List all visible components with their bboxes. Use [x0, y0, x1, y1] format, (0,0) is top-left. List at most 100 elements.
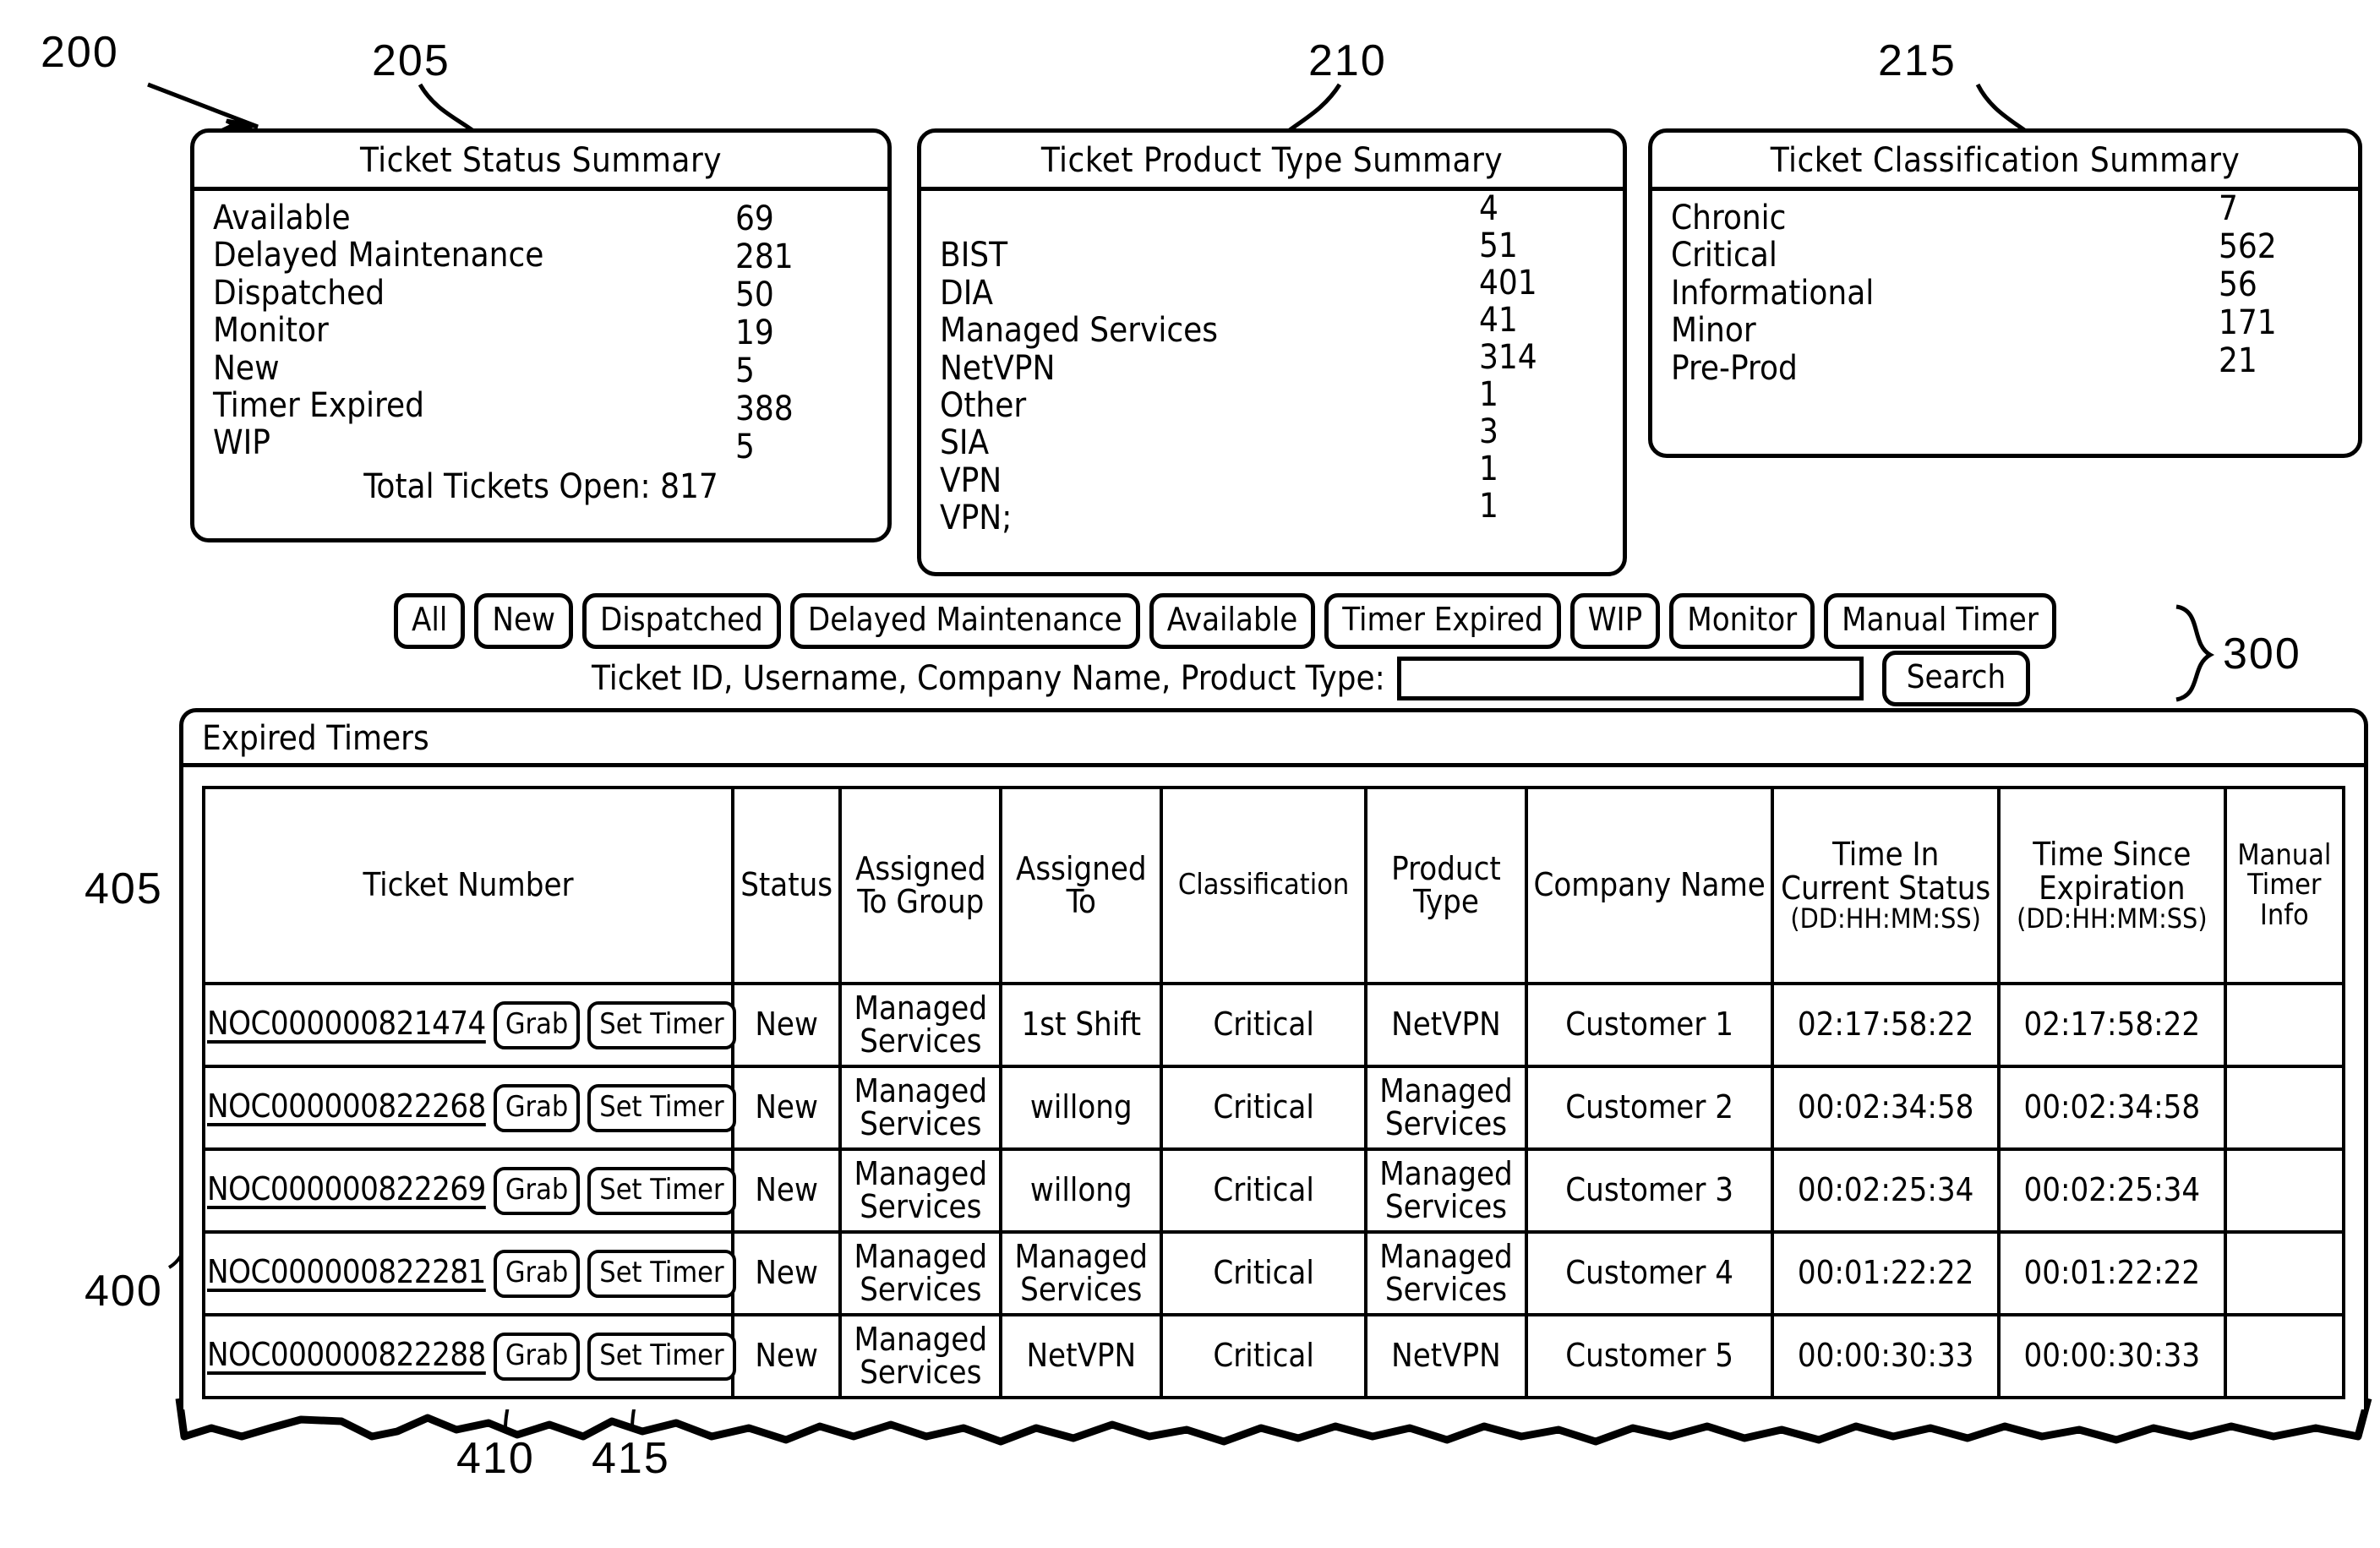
summary-label: DIA — [940, 273, 993, 313]
col-time-since-expiration[interactable]: Time Since Expiration (DD:HH:MM:SS) — [1997, 786, 2227, 985]
cell-assigned-to: willong — [999, 1147, 1164, 1234]
col-manual-timer-info[interactable]: Manual Timer Info — [2223, 786, 2346, 985]
search-input[interactable] — [1396, 657, 1864, 700]
set-timer-button[interactable]: Set Timer — [587, 1332, 736, 1381]
ticket-status-summary-title: Ticket Status Summary — [194, 133, 887, 191]
summary-row: Pre-Prod 21 — [1652, 343, 2358, 388]
grab-button[interactable]: Grab — [493, 1083, 581, 1132]
summary-label: Minor — [1671, 311, 1756, 351]
ticket-number-link[interactable]: NOC000000822268 — [207, 1087, 486, 1125]
col-assigned-to-group[interactable]: Assigned To Group — [838, 786, 1003, 985]
cell-product-type: Managed Services — [1363, 1065, 1528, 1151]
summary-value: 69 — [735, 199, 774, 238]
summary-row: New 5 — [194, 348, 887, 390]
set-timer-button[interactable]: Set Timer — [587, 1000, 736, 1049]
summary-value: 50 — [735, 275, 774, 314]
cell-status: New — [730, 982, 843, 1068]
ticket-number-link[interactable]: NOC000000822269 — [207, 1170, 486, 1207]
grab-button[interactable]: Grab — [493, 1000, 581, 1049]
summary-label: WIP — [213, 423, 270, 463]
cell-time-since-expiration: 02:17:58:22 — [1997, 982, 2227, 1068]
summary-value: 4 — [1479, 189, 1498, 228]
summary-value: 281 — [735, 237, 794, 276]
cell-manual-timer-info — [2223, 1147, 2346, 1234]
expired-timers-title: Expired Timers — [183, 712, 2364, 767]
summary-row: Other 1 — [921, 377, 1623, 425]
cell-assigned-to: NetVPN — [999, 1313, 1164, 1399]
filter-button-monitor[interactable]: Monitor — [1669, 593, 1815, 649]
filter-button-delayed-maintenance[interactable]: Delayed Maintenance — [789, 593, 1140, 649]
table-header-row: Ticket Number Status Assigned To Group A… — [202, 786, 2346, 985]
grab-button[interactable]: Grab — [493, 1166, 581, 1215]
cell-company-name: Customer 5 — [1524, 1313, 1775, 1399]
summary-label: New — [213, 348, 280, 388]
ticket-number-link[interactable]: NOC000000822281 — [207, 1253, 486, 1290]
grab-button[interactable]: Grab — [493, 1249, 581, 1298]
summary-label: SIA — [940, 423, 990, 463]
summary-row: Available 69 — [194, 199, 887, 237]
cell-classification: Critical — [1160, 1230, 1367, 1316]
summary-label: Critical — [1671, 236, 1777, 275]
ticket-number-link[interactable]: NOC000000821474 — [207, 1005, 486, 1042]
summary-row: VPN 1 — [921, 451, 1623, 499]
col-company-name[interactable]: Company Name — [1524, 786, 1775, 985]
filter-button-available[interactable]: Available — [1149, 593, 1316, 649]
summary-value: 314 — [1479, 338, 1537, 377]
ticket-classification-summary-panel: Ticket Classification Summary Chronic 7 … — [1648, 128, 2362, 458]
ticket-number-link[interactable]: NOC000000822288 — [207, 1336, 486, 1373]
col-product-type[interactable]: Product Type — [1363, 786, 1528, 985]
cell-product-type: NetVPN — [1363, 982, 1528, 1068]
filter-button-dispatched[interactable]: Dispatched — [581, 593, 781, 649]
summary-label: Dispatched — [213, 273, 385, 313]
summary-row: Delayed Maintenance 281 — [194, 237, 887, 276]
cell-company-name: Customer 2 — [1524, 1065, 1775, 1151]
filter-button-all[interactable]: All — [394, 593, 466, 649]
filter-button-wip[interactable]: WIP — [1569, 593, 1661, 649]
summary-value: 21 — [2219, 341, 2257, 380]
summary-row: WIP 5 — [194, 423, 887, 465]
filter-button-timer-expired[interactable]: Timer Expired — [1324, 593, 1561, 649]
col-ticket-number[interactable]: Ticket Number — [202, 786, 734, 985]
ticket-product-type-summary-title: Ticket Product Type Summary — [921, 133, 1623, 191]
grab-button[interactable]: Grab — [493, 1332, 581, 1381]
ref-300: 300 — [2223, 630, 2301, 679]
col-time-in-current-status[interactable]: Time In Current Status (DD:HH:MM:SS) — [1771, 786, 2001, 985]
summary-value: 388 — [735, 390, 794, 428]
cell-ticket-number: NOC000000822269 Grab Set Timer — [202, 1147, 736, 1234]
search-button[interactable]: Search — [1881, 651, 2031, 706]
summary-row: Timer Expired 388 — [194, 387, 887, 428]
summary-value: 5 — [735, 352, 755, 390]
ticket-classification-summary-title: Ticket Classification Summary — [1652, 133, 2358, 191]
cell-ticket-number: NOC000000822281 Grab Set Timer — [202, 1230, 736, 1316]
cell-assigned-to: willong — [999, 1065, 1164, 1151]
col-assigned-to[interactable]: Assigned To — [999, 786, 1164, 985]
set-timer-button[interactable]: Set Timer — [587, 1083, 736, 1132]
summary-value: 401 — [1479, 264, 1537, 303]
table-row: NOC000000822288 Grab Set Timer New Managed… — [202, 1313, 2346, 1399]
summary-value: 56 — [2219, 265, 2257, 304]
summary-label: Other — [940, 385, 1027, 425]
ref-200: 200 — [41, 28, 119, 77]
summary-row: NetVPN 314 — [921, 340, 1623, 387]
summary-label: Monitor — [213, 311, 329, 351]
ref-210: 210 — [1308, 36, 1387, 85]
status-filter-bar: All New Dispatched Delayed Maintenance A… — [394, 593, 2056, 649]
cell-time-in-current-status: 02:17:58:22 — [1771, 982, 2001, 1068]
set-timer-button[interactable]: Set Timer — [587, 1166, 736, 1215]
col-classification[interactable]: Classification — [1160, 786, 1367, 985]
filter-button-manual-timer[interactable]: Manual Timer — [1824, 593, 2056, 649]
col-time-in-current-status-format: (DD:HH:MM:SS) — [1790, 902, 1981, 935]
ticket-status-summary-body: Available 69 Delayed Maintenance 281 Dis… — [194, 191, 887, 506]
summary-value: 5 — [735, 428, 755, 466]
cell-status: New — [730, 1313, 843, 1399]
search-label: Ticket ID, Username, Company Name, Produ… — [592, 659, 1385, 698]
summary-label: Pre-Prod — [1671, 348, 1798, 388]
summary-row: VPN; 1 — [921, 488, 1623, 537]
set-timer-button[interactable]: Set Timer — [587, 1249, 736, 1298]
search-row: Ticket ID, Username, Company Name, Produ… — [592, 651, 2031, 706]
cell-time-in-current-status: 00:02:25:34 — [1771, 1147, 2001, 1234]
cell-classification: Critical — [1160, 1147, 1367, 1234]
filter-button-new[interactable]: New — [474, 593, 573, 649]
table-row: NOC000000822281 Grab Set Timer New Managed… — [202, 1230, 2346, 1316]
col-status[interactable]: Status — [730, 786, 843, 985]
